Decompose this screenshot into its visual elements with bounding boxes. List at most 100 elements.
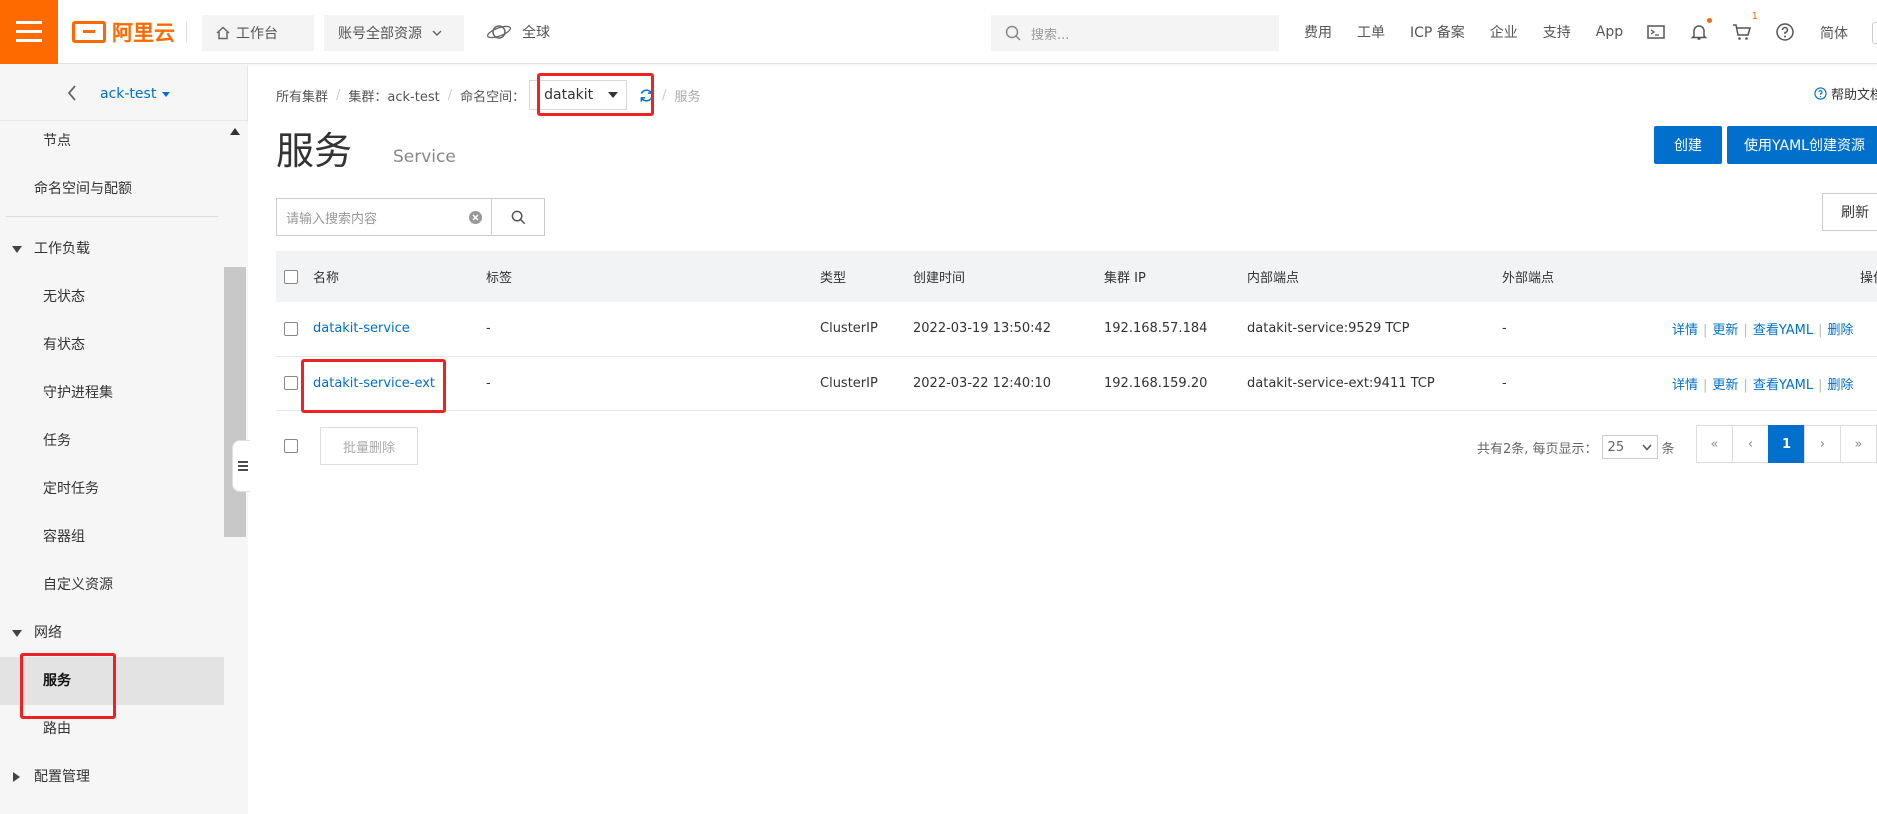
table-row: datakit-service-ext - ClusterIP 2022-03-… [276, 356, 1877, 410]
nav-link-icp[interactable]: ICP 备案 [1410, 22, 1465, 42]
service-name-link[interactable]: datakit-service-ext [313, 376, 435, 391]
cell-type: ClusterIP [820, 375, 878, 391]
cart-icon[interactable]: 1 [1732, 11, 1758, 42]
create-button[interactable]: 创建 [1654, 126, 1722, 164]
nav-link-support[interactable]: 支持 [1543, 22, 1571, 42]
nav-link-enterprise[interactable]: 企业 [1490, 22, 1518, 42]
region-selector[interactable]: 全球 [486, 22, 550, 42]
sidebar-item-statefulsets[interactable]: 有状态 [0, 321, 224, 369]
divider [186, 22, 187, 42]
sidebar-item-deployments[interactable]: 无状态 [0, 273, 224, 321]
language-switch[interactable]: 简体 [1820, 23, 1848, 43]
nav-link-app[interactable]: App [1596, 24, 1623, 40]
global-search-placeholder: 搜索... [1031, 27, 1070, 43]
sidebar-item-label: 工作负载 [34, 241, 90, 257]
cell-internal-endpoint: datakit-service-ext:9411 TCP [1247, 375, 1435, 391]
chevron-down-icon [1641, 444, 1652, 451]
sidebar-item-namespaces[interactable]: 命名空间与配额 [0, 165, 224, 213]
row-checkbox[interactable] [284, 376, 298, 390]
sidebar-item-daemonsets[interactable]: 守护进程集 [0, 369, 224, 417]
row-checkbox[interactable] [284, 321, 298, 336]
namespace-select[interactable]: datakit [529, 80, 628, 110]
sidebar-item-ingresses[interactable]: 路由 [0, 705, 224, 753]
column-header-type: 类型 [820, 271, 847, 286]
sidebar-item-nodes[interactable]: 节点 [0, 117, 224, 165]
page-size-value: 25 [1607, 439, 1625, 455]
select-all-checkbox[interactable] [284, 269, 298, 284]
page-subtitle: Service [393, 147, 456, 167]
refresh-button[interactable]: 刷新 [1822, 193, 1877, 231]
sidebar-item-custom-resources[interactable]: 自定义资源 [0, 561, 224, 609]
sidebar-item-jobs[interactable]: 任务 [0, 417, 224, 465]
prev-page-button[interactable]: ‹ [1732, 425, 1769, 463]
pagination-summary: 共有2条, 每页显示： 25 条 [1477, 435, 1675, 459]
sidebar-group-config[interactable]: 配置管理 [0, 753, 224, 801]
delete-action[interactable]: 删除 [1828, 323, 1854, 338]
caret-down-icon [161, 92, 170, 97]
details-action[interactable]: 详情 [1672, 378, 1698, 393]
sidebar-item-cronjobs[interactable]: 定时任务 [0, 465, 224, 513]
page-title: 服务 [276, 129, 353, 173]
service-name-link[interactable]: datakit-service [313, 321, 410, 336]
cluster-switcher[interactable]: ack-test [100, 86, 171, 102]
sidebar-item-pods[interactable]: 容器组 [0, 513, 224, 561]
delete-action[interactable]: 删除 [1828, 378, 1854, 393]
sidebar-item-label: 容器组 [43, 529, 85, 545]
column-header-cluster-ip: 集群 IP [1104, 271, 1146, 286]
last-page-button[interactable]: » [1840, 425, 1877, 463]
scrollbar-thumb[interactable] [224, 267, 246, 537]
sidebar-header: ack-test [0, 65, 248, 121]
next-page-button[interactable]: › [1804, 425, 1841, 463]
terminal-icon[interactable] [1646, 22, 1666, 42]
sidebar-group-workloads[interactable]: 工作负载 [0, 225, 224, 273]
workbench-label: 工作台 [236, 26, 278, 42]
column-header-internal-endpoint: 内部端点 [1247, 271, 1300, 286]
breadcrumb-separator: / [336, 87, 341, 103]
chevron-down-icon [432, 30, 442, 37]
details-action[interactable]: 详情 [1672, 323, 1698, 338]
search-button[interactable] [491, 198, 545, 236]
sidebar-item-label: 守护进程集 [43, 385, 113, 401]
refresh-icon[interactable] [639, 88, 654, 103]
update-action[interactable]: 更新 [1712, 378, 1738, 393]
search-icon [511, 210, 525, 224]
menu-line [16, 30, 42, 33]
column-header-created[interactable]: 创建时间 [913, 251, 1104, 302]
account-resources-dropdown[interactable]: 账号全部资源 [324, 15, 464, 51]
view-yaml-action[interactable]: 查看YAML [1753, 323, 1813, 338]
aliyun-logo[interactable]: 阿里云 [72, 19, 175, 45]
cart-badge: 1 [1751, 11, 1758, 22]
clear-icon[interactable] [468, 210, 483, 225]
batch-delete-button[interactable]: 批量删除 [320, 427, 418, 465]
service-search-input[interactable]: 请输入搜索内容 [276, 198, 492, 236]
nav-link-tickets[interactable]: 工单 [1357, 22, 1385, 42]
caret-down-icon [12, 246, 22, 253]
sidebar-item-label: 服务 [43, 673, 71, 689]
hamburger-menu-button[interactable] [0, 0, 58, 64]
help-docs-link[interactable]: 帮助文档 [1814, 84, 1877, 103]
global-search-input[interactable]: 搜索... [991, 15, 1279, 51]
bell-icon[interactable] [1689, 18, 1712, 42]
chevron-left-icon[interactable] [66, 84, 78, 102]
batch-select-checkbox[interactable] [284, 439, 298, 453]
help-circle-icon[interactable] [1775, 22, 1795, 42]
create-from-yaml-button[interactable]: 使用YAML创建资源 [1727, 126, 1877, 164]
scroll-up-icon[interactable] [230, 128, 240, 135]
nav-link-billing[interactable]: 费用 [1304, 22, 1332, 42]
caret-down-icon [608, 92, 619, 98]
breadcrumb-cluster[interactable]: 集群：ack-test [348, 86, 439, 105]
sidebar-collapse-toggle[interactable] [232, 440, 250, 492]
sidebar-group-network[interactable]: 网络 [0, 609, 224, 657]
column-header-name[interactable]: 名称 [313, 251, 486, 302]
first-page-button[interactable]: « [1696, 425, 1733, 463]
avatar-edge[interactable] [1872, 22, 1877, 44]
sidebar-item-services[interactable]: 服务 [0, 657, 224, 705]
page-button-current[interactable]: 1 [1768, 425, 1805, 463]
sidebar-item-label: 网络 [34, 625, 62, 641]
view-yaml-action[interactable]: 查看YAML [1753, 378, 1813, 393]
breadcrumb-all-clusters[interactable]: 所有集群 [276, 86, 328, 105]
update-action[interactable]: 更新 [1712, 323, 1738, 338]
workbench-button[interactable]: 工作台 [202, 15, 314, 51]
top-bar: 阿里云 工作台 账号全部资源 全球 搜索... 费用 工单 ICP 备案 企业 … [0, 0, 1877, 64]
page-size-select[interactable]: 25 [1601, 435, 1658, 459]
